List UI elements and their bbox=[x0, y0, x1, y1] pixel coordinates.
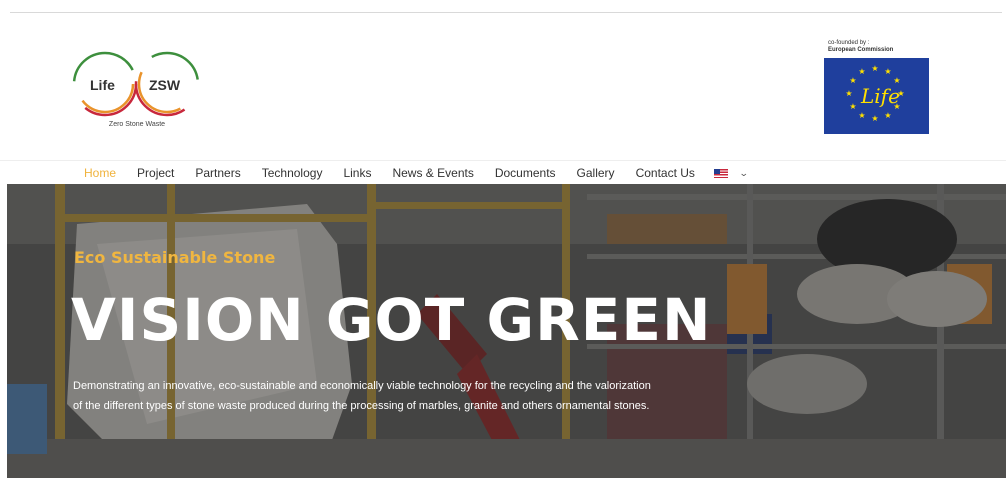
svg-text:★: ★ bbox=[858, 111, 865, 120]
nav-item-technology[interactable]: Technology bbox=[262, 166, 323, 180]
main-nav: Home Project Partners Technology Links N… bbox=[0, 160, 1006, 184]
eu-cofounded-text: co-founded by : bbox=[828, 40, 870, 46]
logo-left-text: Life bbox=[90, 77, 115, 93]
svg-text:★: ★ bbox=[845, 89, 852, 98]
us-flag-icon bbox=[713, 168, 728, 178]
svg-text:★: ★ bbox=[884, 67, 891, 76]
svg-text:★: ★ bbox=[871, 64, 878, 73]
nav-item-gallery[interactable]: Gallery bbox=[577, 166, 615, 180]
chevron-down-icon: ⌄ bbox=[738, 167, 749, 178]
nav-item-links[interactable]: Links bbox=[343, 166, 371, 180]
page: Life ZSW Zero Stone Waste co-founded by … bbox=[0, 0, 1006, 478]
nav-item-project[interactable]: Project bbox=[137, 166, 174, 180]
eu-flag: ★ ★ ★ ★ ★ ★ ★ ★ ★ ★ ★ ★ Life bbox=[824, 58, 929, 134]
nav-list: Home Project Partners Technology Links N… bbox=[84, 166, 749, 180]
language-selector[interactable]: ⌄ bbox=[713, 167, 749, 179]
logo-caption: Zero Stone Waste bbox=[108, 121, 166, 128]
logo-right-text: ZSW bbox=[149, 77, 181, 93]
svg-text:★: ★ bbox=[849, 102, 856, 111]
nav-item-news-events[interactable]: News & Events bbox=[392, 166, 473, 180]
life-zsw-logo[interactable]: Life ZSW Zero Stone Waste bbox=[72, 49, 202, 133]
eu-life-text: Life bbox=[861, 84, 900, 108]
hero-description: Demonstrating an innovative, eco-sustain… bbox=[73, 380, 651, 412]
hero-kicker: Eco Sustainable Stone bbox=[74, 248, 276, 267]
hero-title: VISION GOT GREEN bbox=[71, 286, 712, 354]
svg-text:★: ★ bbox=[858, 67, 865, 76]
nav-item-contact-us[interactable]: Contact Us bbox=[636, 166, 695, 180]
nav-item-partners[interactable]: Partners bbox=[195, 166, 240, 180]
svg-text:★: ★ bbox=[884, 111, 891, 120]
svg-text:★: ★ bbox=[871, 114, 878, 123]
svg-text:★: ★ bbox=[849, 76, 856, 85]
site-header: Life ZSW Zero Stone Waste co-founded by … bbox=[0, 13, 1006, 161]
hero-banner: Eco Sustainable Stone VISION GOT GREEN D… bbox=[7, 184, 1006, 478]
eu-life-badge[interactable]: co-founded by : European Commission ★ ★ … bbox=[824, 38, 930, 134]
nav-item-documents[interactable]: Documents bbox=[495, 166, 556, 180]
nav-item-home[interactable]: Home bbox=[84, 166, 116, 180]
eu-commission-text: European Commission bbox=[828, 47, 894, 53]
